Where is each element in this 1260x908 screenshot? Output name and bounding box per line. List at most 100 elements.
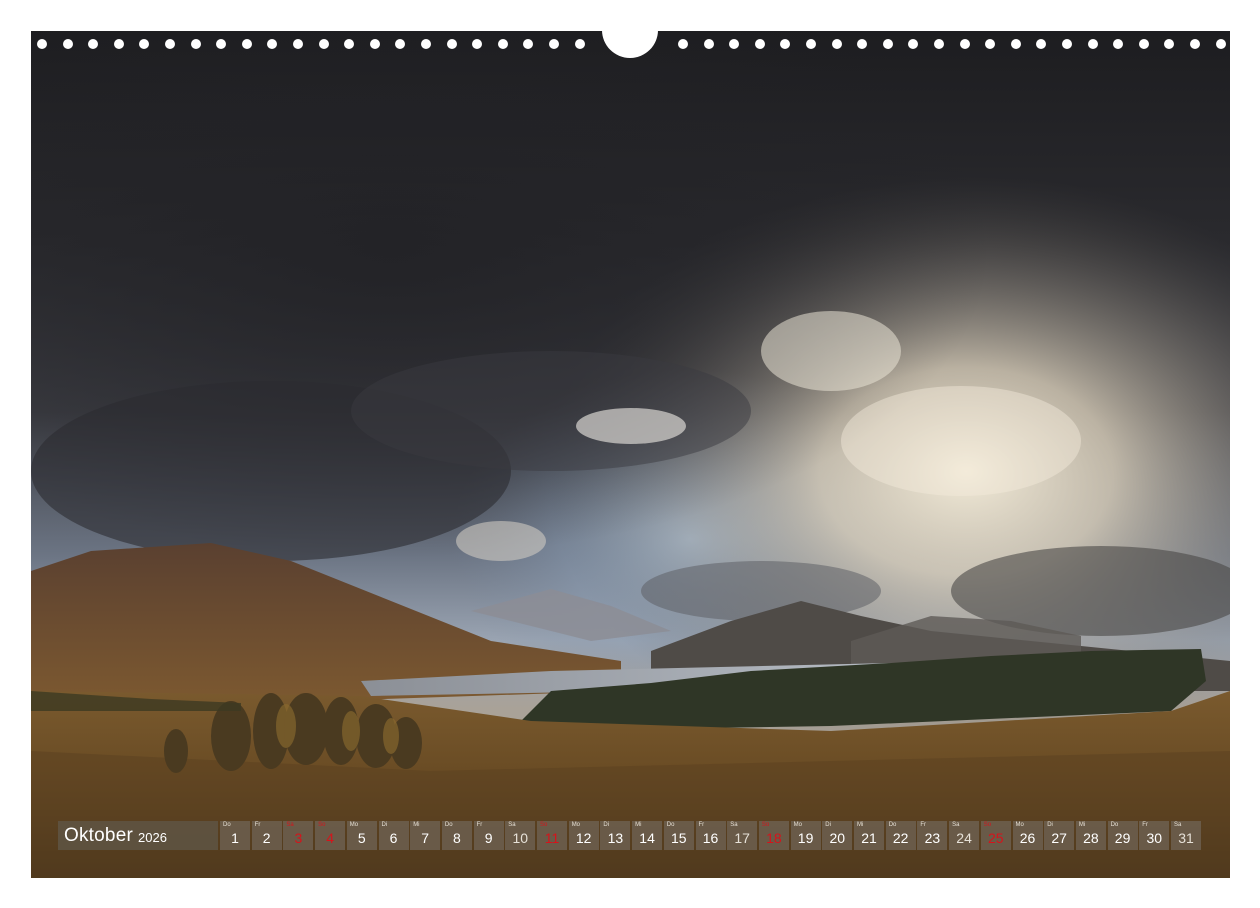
weekday-abbr: Sa xyxy=(286,822,294,828)
landscape-photo xyxy=(31,31,1230,878)
day-cell: Do 22 xyxy=(885,821,916,850)
day-number: 29 xyxy=(1114,830,1131,846)
weekday-abbr: Mo xyxy=(571,822,581,828)
weekday-abbr: Mi xyxy=(1078,822,1086,828)
day-number: 18 xyxy=(766,830,782,846)
day-cell: Sa 3 xyxy=(283,821,314,850)
day-number: 6 xyxy=(389,830,398,846)
weekday-abbr: So xyxy=(540,822,548,828)
weekday-abbr: Do xyxy=(888,822,897,828)
day-number: 24 xyxy=(956,830,972,846)
day-cell: So 11 xyxy=(537,821,567,850)
day-number: 22 xyxy=(892,830,909,846)
day-number: 11 xyxy=(544,830,560,846)
day-number: 16 xyxy=(702,830,719,846)
day-cell: Do 1 xyxy=(220,821,250,850)
day-cell: Di 13 xyxy=(600,821,631,850)
day-number: 13 xyxy=(607,830,624,846)
day-cell: Sa 31 xyxy=(1171,821,1201,850)
day-cell: Di 6 xyxy=(378,821,409,850)
day-cell: Mi 14 xyxy=(632,821,663,850)
day-cell: Do 29 xyxy=(1107,821,1138,850)
calendar-strip: Oktober 2026 Do 1 Fr 2 Sa 3 So 4 Mo 5 Di 6 Mi 7 Do 8 Fr 9… xyxy=(58,821,1201,850)
day-cell: Sa 17 xyxy=(727,821,758,850)
day-number: 19 xyxy=(797,830,814,846)
weekday-abbr: Mo xyxy=(349,822,359,828)
day-cell: So 25 xyxy=(980,821,1011,850)
day-number: 2 xyxy=(262,830,271,846)
month-name: Oktober xyxy=(64,824,133,846)
weekday-abbr: Fr xyxy=(920,822,927,828)
weekday-abbr: Di xyxy=(825,822,831,828)
day-number: 3 xyxy=(294,830,303,846)
day-number: 23 xyxy=(924,830,941,846)
day-number: 21 xyxy=(861,830,877,846)
day-cell: Di 27 xyxy=(1044,821,1075,850)
day-number: 27 xyxy=(1051,830,1067,846)
weekday-abbr: Do xyxy=(1110,822,1119,828)
day-number: 15 xyxy=(671,830,687,846)
weekday-abbr: Di xyxy=(1047,822,1053,828)
day-number: 17 xyxy=(734,830,750,846)
day-cell: Fr 30 xyxy=(1139,821,1170,850)
weekday-abbr: Mo xyxy=(793,822,802,828)
landscape-illustration xyxy=(31,31,1230,878)
weekday-abbr: Sa xyxy=(730,822,738,828)
day-cell: So 4 xyxy=(315,821,346,850)
day-number: 25 xyxy=(988,830,1004,846)
day-cell: Di 20 xyxy=(822,821,853,850)
day-number: 20 xyxy=(829,830,846,846)
day-cell: Fr 9 xyxy=(473,821,504,850)
day-number: 8 xyxy=(452,830,461,846)
weekday-abbr: Fr xyxy=(476,822,483,828)
day-cell: Mo 5 xyxy=(346,821,377,850)
day-cell: Mo 19 xyxy=(790,821,821,850)
day-number: 28 xyxy=(1083,830,1099,846)
weekday-abbr: Do xyxy=(666,822,675,828)
calendar-page: Oktober 2026 Do 1 Fr 2 Sa 3 So 4 Mo 5 Di 6 Mi 7 Do 8 Fr 9… xyxy=(0,0,1260,908)
day-cell: Do 15 xyxy=(663,821,694,850)
day-cell: Mo 26 xyxy=(1012,821,1043,850)
day-cell: So 18 xyxy=(758,821,789,850)
day-cell: Fr 23 xyxy=(917,821,948,850)
weekday-abbr: Fr xyxy=(254,822,261,828)
weekday-abbr: Sa xyxy=(952,822,960,828)
day-number: 1 xyxy=(231,830,239,846)
day-cell: Fr 2 xyxy=(251,821,282,850)
weekday-abbr: Mi xyxy=(413,822,420,828)
month-label: Oktober 2026 xyxy=(58,821,218,850)
day-cell: Mi 7 xyxy=(410,821,441,850)
weekday-abbr: Fr xyxy=(698,822,705,828)
day-cell: Fr 16 xyxy=(695,821,726,850)
weekday-abbr: Mo xyxy=(1015,822,1024,828)
day-cell: Sa 24 xyxy=(949,821,980,850)
day-number: 26 xyxy=(1019,830,1036,846)
day-number: 12 xyxy=(575,830,592,846)
weekday-abbr: Fr xyxy=(1142,822,1148,828)
weekday-abbr: Do xyxy=(223,822,231,828)
weekday-abbr: So xyxy=(761,822,770,828)
day-cell: Mi 21 xyxy=(854,821,884,850)
day-cell: Sa 10 xyxy=(505,821,536,850)
day-number: 5 xyxy=(357,830,366,846)
weekday-abbr: So xyxy=(318,822,326,828)
day-cell: Mi 28 xyxy=(1075,821,1106,850)
month-year: 2026 xyxy=(138,829,167,845)
weekday-abbr: Sa xyxy=(1174,822,1182,828)
day-number: 31 xyxy=(1178,830,1194,846)
day-cell: Mo 12 xyxy=(568,821,599,850)
weekday-abbr: Di xyxy=(381,822,388,828)
weekday-abbr: Mi xyxy=(857,822,864,828)
day-number: 7 xyxy=(421,830,430,846)
day-number: 30 xyxy=(1146,830,1163,846)
day-number: 9 xyxy=(484,830,493,846)
day-number: 4 xyxy=(326,830,334,846)
weekday-abbr: Sa xyxy=(508,822,516,828)
day-number: 14 xyxy=(639,830,655,846)
weekday-abbr: Do xyxy=(444,822,453,828)
day-number: 10 xyxy=(512,830,529,846)
weekday-abbr: Di xyxy=(603,822,610,828)
weekday-abbr: Mi xyxy=(635,822,642,828)
weekday-abbr: So xyxy=(983,822,992,828)
day-cell: Do 8 xyxy=(441,821,472,850)
